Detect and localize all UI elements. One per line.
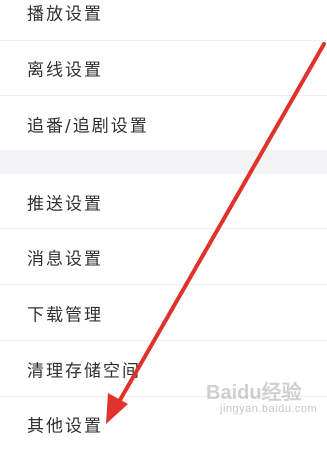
settings-item-offline[interactable]: 离线设置 bbox=[0, 40, 327, 96]
section-separator bbox=[0, 150, 327, 174]
settings-item-label: 播放设置 bbox=[27, 4, 103, 25]
settings-list: 播放设置 离线设置 追番/追剧设置 推送设置 消息设置 下载管理 清理存储空间 … bbox=[0, 0, 327, 437]
settings-item-other[interactable]: 其他设置 bbox=[0, 396, 327, 452]
settings-item-label: 离线设置 bbox=[27, 60, 103, 81]
settings-item-label: 其他设置 bbox=[27, 416, 103, 437]
settings-item-label: 下载管理 bbox=[27, 305, 103, 326]
settings-item-download[interactable]: 下载管理 bbox=[0, 285, 327, 341]
settings-item-follow[interactable]: 追番/追剧设置 bbox=[0, 96, 327, 152]
settings-item-label: 追番/追剧设置 bbox=[27, 116, 149, 137]
settings-item-label: 清理存储空间 bbox=[27, 361, 141, 382]
settings-item-storage[interactable]: 清理存储空间 bbox=[0, 341, 327, 397]
settings-item-push[interactable]: 推送设置 bbox=[0, 174, 327, 230]
settings-item-label: 推送设置 bbox=[27, 194, 103, 215]
settings-item-playback[interactable]: 播放设置 bbox=[0, 0, 327, 40]
settings-item-label: 消息设置 bbox=[27, 249, 103, 270]
settings-item-message[interactable]: 消息设置 bbox=[0, 229, 327, 285]
